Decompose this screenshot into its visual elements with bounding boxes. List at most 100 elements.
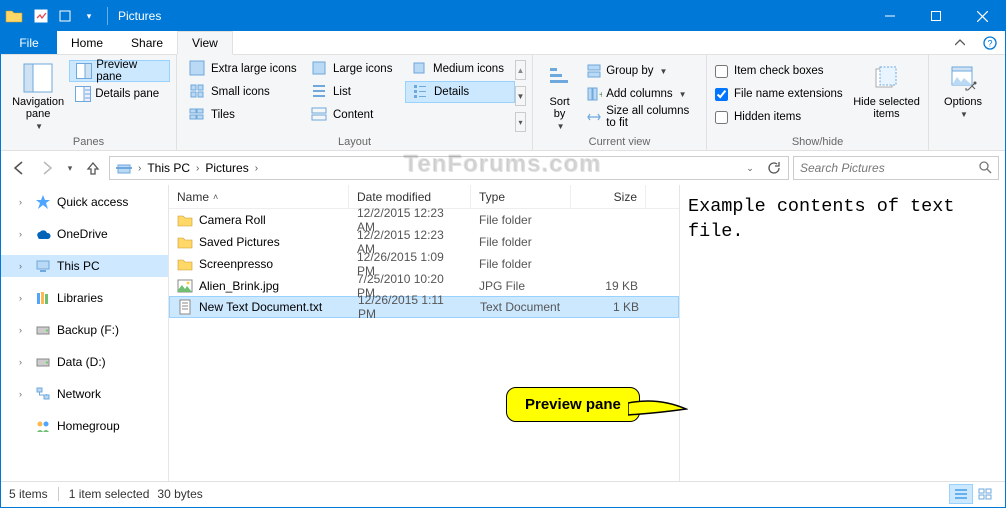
file-name: Saved Pictures	[199, 235, 280, 249]
ribbon-tabs: File Home Share View ?	[1, 31, 1005, 55]
options-icon	[947, 62, 979, 94]
title-bar: ▾ Pictures	[1, 1, 1005, 31]
options-button[interactable]: Options ▼	[935, 58, 991, 134]
chevron-right-icon[interactable]: ›	[136, 163, 143, 174]
svg-text:?: ?	[987, 38, 992, 48]
address-bar[interactable]: › This PC › Pictures › ⌄	[109, 156, 789, 180]
minimize-button[interactable]	[867, 1, 913, 31]
sort-by-label: Sort by	[550, 96, 570, 120]
chevron-right-icon[interactable]: ›	[253, 163, 260, 174]
column-name[interactable]: Name˄	[169, 185, 349, 208]
status-thumbnails-view-button[interactable]	[973, 484, 997, 504]
hide-selected-button[interactable]: Hide selected items	[851, 58, 922, 134]
layout-list[interactable]: List	[305, 81, 405, 103]
details-icon	[412, 83, 428, 102]
up-button[interactable]	[81, 156, 105, 180]
layout-medium-icons[interactable]: Medium icons	[405, 58, 515, 80]
sidebar-network[interactable]: ›Network	[1, 383, 168, 405]
file-name: Camera Roll	[199, 213, 266, 227]
sidebar-homegroup[interactable]: Homegroup	[1, 415, 168, 437]
sidebar-onedrive[interactable]: ›OneDrive	[1, 223, 168, 245]
tab-file[interactable]: File	[1, 31, 57, 54]
layout-large-icons[interactable]: Large icons	[305, 58, 405, 80]
recent-locations-button[interactable]: ▾	[63, 156, 77, 180]
qat-properties-icon[interactable]	[29, 1, 53, 31]
onedrive-icon	[35, 226, 51, 242]
drive-icon	[35, 354, 51, 370]
sidebar-data-d[interactable]: ›Data (D:)	[1, 351, 168, 373]
this-pc-icon	[35, 258, 51, 274]
close-button[interactable]	[959, 1, 1005, 31]
hide-selected-icon	[871, 62, 903, 94]
layout-scroll-up[interactable]: ▲	[515, 60, 526, 80]
navigation-sidebar: ›Quick access ›OneDrive ›This PC ›Librar…	[1, 185, 169, 481]
folder-icon	[177, 256, 193, 272]
ribbon: Navigation pane ▼ Preview pane Details p…	[1, 55, 1005, 151]
sidebar-this-pc[interactable]: ›This PC	[1, 255, 168, 277]
address-dropdown-button[interactable]: ⌄	[738, 157, 762, 179]
layout-content[interactable]: Content	[305, 104, 405, 126]
search-input[interactable]: Search Pictures	[793, 156, 999, 180]
qat-customize-icon[interactable]: ▾	[77, 1, 101, 31]
chevron-right-icon[interactable]: ›	[194, 163, 201, 174]
size-all-columns-button[interactable]: Size all columns to fit	[580, 106, 700, 128]
file-size: 19 KB	[571, 279, 646, 293]
app-icon	[3, 5, 25, 27]
preview-pane-label: Preview pane	[96, 59, 163, 83]
hidden-items-toggle[interactable]: Hidden items	[713, 106, 851, 128]
add-columns-button[interactable]: +Add columns▼	[580, 83, 700, 105]
file-extensions-checkbox[interactable]	[715, 88, 728, 101]
sidebar-libraries[interactable]: ›Libraries	[1, 287, 168, 309]
group-by-button[interactable]: Group by▼	[580, 60, 700, 82]
layout-details[interactable]: Details	[405, 81, 515, 103]
maximize-button[interactable]	[913, 1, 959, 31]
group-label-layout: Layout	[183, 134, 526, 150]
sort-by-button[interactable]: Sort by ▼	[539, 58, 580, 134]
qat-new-folder-icon[interactable]	[53, 1, 77, 31]
tiles-icon	[189, 106, 205, 125]
back-button[interactable]	[7, 156, 31, 180]
column-size[interactable]: Size	[571, 185, 646, 208]
crumb-pictures[interactable]: Pictures	[201, 157, 252, 179]
layout-scroll-down[interactable]: ▼	[515, 86, 526, 106]
layout-small-icons[interactable]: Small icons	[183, 81, 305, 103]
file-name: New Text Document.txt	[199, 300, 322, 314]
hide-selected-label: Hide selected items	[853, 96, 920, 120]
tab-view[interactable]: View	[177, 31, 233, 55]
group-label-panes: Panes	[7, 134, 170, 150]
collapse-ribbon-icon[interactable]	[945, 31, 975, 54]
column-date[interactable]: Date modified	[349, 185, 471, 208]
layout-gallery-expand[interactable]: ▾	[515, 112, 526, 132]
file-type: File folder	[471, 257, 571, 271]
file-name: Screenpresso	[199, 257, 273, 271]
tab-home[interactable]: Home	[57, 31, 117, 54]
navigation-pane-button[interactable]: Navigation pane ▼	[7, 58, 69, 134]
tab-share[interactable]: Share	[117, 31, 177, 54]
layout-extra-large-icons[interactable]: Extra large icons	[183, 58, 305, 80]
libraries-icon	[35, 290, 51, 306]
file-extensions-toggle[interactable]: File name extensions	[713, 83, 851, 105]
preview-pane-button[interactable]: Preview pane	[69, 60, 170, 82]
refresh-button[interactable]	[762, 157, 786, 179]
item-checkboxes-checkbox[interactable]	[715, 65, 728, 78]
item-checkboxes-toggle[interactable]: Item check boxes	[713, 60, 851, 82]
extra-large-icons-icon	[189, 60, 205, 79]
details-pane-button[interactable]: Details pane	[69, 83, 170, 105]
sidebar-backup-f[interactable]: ›Backup (F:)	[1, 319, 168, 341]
sort-asc-icon: ˄	[213, 192, 218, 202]
homegroup-icon	[35, 418, 51, 434]
forward-button[interactable]	[35, 156, 59, 180]
file-type: File folder	[471, 235, 571, 249]
column-type[interactable]: Type	[471, 185, 571, 208]
window-title: Pictures	[114, 9, 161, 23]
help-icon[interactable]: ?	[975, 31, 1005, 54]
file-row[interactable]: New Text Document.txt12/26/2015 1:11 PMT…	[169, 296, 679, 318]
hidden-items-checkbox[interactable]	[715, 111, 728, 124]
size-columns-icon	[586, 109, 602, 125]
layout-tiles[interactable]: Tiles	[183, 104, 305, 126]
preview-pane-icon	[76, 63, 92, 79]
sidebar-quick-access[interactable]: ›Quick access	[1, 191, 168, 213]
status-details-view-button[interactable]	[949, 484, 973, 504]
crumb-thispc[interactable]: This PC	[143, 157, 194, 179]
content-icon	[311, 106, 327, 125]
